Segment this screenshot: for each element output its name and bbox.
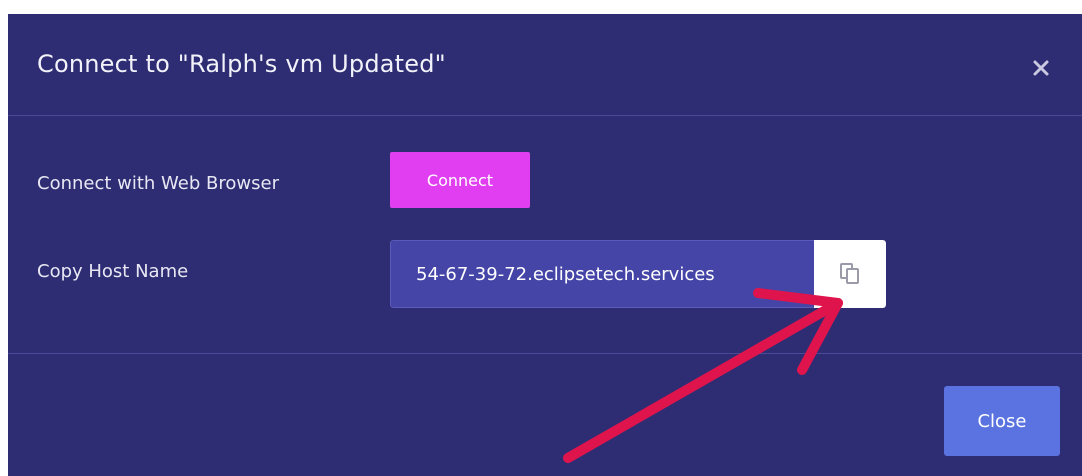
web-browser-label: Connect with Web Browser (37, 173, 279, 194)
host-name-label: Copy Host Name (37, 261, 189, 282)
host-name-input[interactable] (390, 240, 814, 308)
copy-icon (840, 263, 859, 284)
dialog-title: Connect to "Ralph's vm Updated" (37, 50, 446, 78)
close-button[interactable]: Close (944, 386, 1060, 456)
host-name-field-group (390, 240, 886, 308)
close-x-icon[interactable] (1029, 56, 1053, 80)
dialog-header: Connect to "Ralph's vm Updated" (8, 14, 1082, 116)
screenshot-stage: Connect to "Ralph's vm Updated" Connect … (0, 0, 1082, 476)
connect-dialog: Connect to "Ralph's vm Updated" Connect … (8, 14, 1082, 476)
copy-host-button[interactable] (814, 240, 886, 308)
dialog-body: Connect with Web Browser Connect Copy Ho… (8, 116, 1082, 354)
connect-button[interactable]: Connect (390, 152, 530, 208)
